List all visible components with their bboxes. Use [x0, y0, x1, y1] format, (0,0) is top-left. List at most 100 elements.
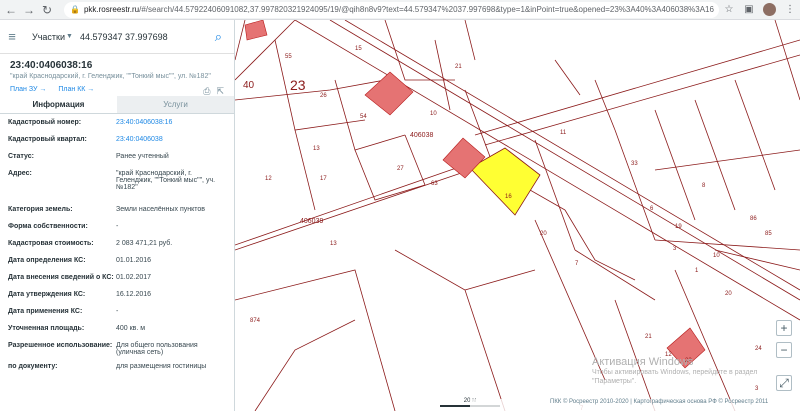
attribute-key: Кадастровая стоимость:	[8, 240, 94, 247]
parcel-number-label: 21	[455, 64, 462, 70]
map-canvas[interactable]: 2340406038406039551521261054131711338271…	[235, 20, 800, 411]
parcel-number-label: 15	[355, 46, 362, 52]
tab-info[interactable]: Информация	[0, 96, 117, 113]
attribute-row: Категория земель: Земли населённых пункто…	[0, 203, 234, 220]
attribute-key: Дата утверждения КС:	[8, 291, 86, 298]
object-address: "край Краснодарский, г. Геленджик, ""Тон…	[10, 73, 211, 80]
parcel-number-label: 10	[713, 253, 720, 259]
hamburger-icon[interactable]: ≡	[0, 29, 24, 44]
parcel-number-label: 54	[360, 114, 367, 120]
parcel-number-label: 33	[631, 161, 638, 167]
watermark-line2: "Параметры".	[592, 378, 637, 385]
attribute-key: Статус:	[8, 153, 34, 160]
url-path: /#/search/44.57922406091082,37.997820321…	[139, 5, 714, 14]
object-number: 23:40:0406038:16	[10, 60, 93, 71]
attribute-row: Адрес: "край Краснодарский, г. Геленджик,…	[0, 167, 234, 203]
windows-activation-watermark: Активация Windows Чтобы активировать Win…	[592, 356, 757, 386]
attribute-value[interactable]: 23:40:0406038	[116, 136, 226, 143]
parcel-number-label: 3	[755, 386, 759, 392]
search-type-select[interactable]: Участки	[32, 32, 66, 42]
tab-services[interactable]: Услуги	[117, 96, 234, 113]
parcel-number-label: 1	[695, 268, 699, 274]
url-host: pkk.rosreestr.ru	[83, 5, 140, 14]
parcel-number-label: 13	[330, 241, 337, 247]
attribute-key: по документу:	[8, 363, 58, 370]
attribute-row: Дата внесения сведений о КС: 01.02.2017	[0, 271, 234, 288]
attribute-key: Форма собственности:	[8, 223, 88, 230]
parcel-number-label: 13	[313, 146, 320, 152]
attribute-value: для размещения гостиницы	[116, 363, 207, 370]
plan-links: План ЗУ → План КК → ⎙ ⇱	[0, 80, 234, 96]
zoom-out-button[interactable]: −	[776, 342, 792, 358]
parcel-number-label: 10	[430, 111, 437, 117]
search-bar: ≡ Участки ▼ ⌕	[0, 20, 234, 54]
parcel-number-label: 12	[265, 176, 272, 182]
back-icon[interactable]: ←	[4, 3, 18, 17]
parcel-number-label: 7	[575, 261, 579, 267]
attribute-key: Дата применения КС:	[8, 308, 83, 315]
parcel-number-label: 20	[540, 231, 547, 237]
attribute-value: -	[116, 308, 119, 315]
attribute-row: Форма собственности: -	[0, 220, 234, 237]
plan-kk-link[interactable]: План КК →	[58, 86, 94, 96]
address-bar[interactable]: 🔒 pkk.rosreestr.ru /#/search/44.57922406…	[64, 1, 719, 18]
attribute-key: Дата внесения сведений о КС:	[8, 274, 114, 281]
attribute-row: Уточненная площадь: 400 кв. м	[0, 322, 234, 339]
attribute-value: 2 083 471,21 руб.	[116, 240, 173, 247]
attribute-value: Ранее учтенный	[116, 153, 169, 160]
attribute-key: Кадастровый номер:	[8, 119, 82, 126]
menu-icon[interactable]: ⋮	[783, 3, 797, 17]
attribute-row: Дата определения КС: 01.01.2016	[0, 254, 234, 271]
share-icon[interactable]: ⇱	[216, 86, 224, 96]
attribute-row: Статус: Ранее учтенный	[0, 150, 234, 167]
reload-icon[interactable]: ↻	[40, 3, 54, 17]
map-footer: ПКК © Росреестр 2010-2020 | Картографиче…	[470, 399, 800, 411]
parcel-number-label: 63	[431, 181, 438, 187]
parcel-number-label: 19	[675, 224, 682, 230]
parcel-number-label: 8	[702, 183, 706, 189]
quarter-label: 406038	[410, 132, 433, 139]
forward-icon[interactable]: →	[22, 3, 36, 17]
search-input[interactable]	[80, 31, 198, 42]
print-icon[interactable]: ⎙	[203, 86, 210, 96]
attribute-value: -	[116, 223, 119, 230]
zoom-in-button[interactable]: +	[776, 320, 792, 336]
district-label-2: 40	[243, 80, 255, 91]
info-panel: ≡ Участки ▼ ⌕ 23:40:0406038:16 "край Кра…	[0, 20, 235, 411]
attribute-row: Разрешенное использование: Для общего пол…	[0, 339, 234, 360]
parcel-number-label: 6	[650, 206, 654, 212]
attribute-value: 16.12.2016	[116, 291, 152, 298]
expand-icon[interactable]: ⤢	[776, 375, 792, 391]
star-icon[interactable]: ☆	[722, 3, 736, 17]
chevron-down-icon[interactable]: ▼	[66, 33, 76, 40]
parcel-number-label: 21	[645, 334, 652, 340]
buildings	[244, 20, 706, 369]
lock-icon: 🔒	[70, 5, 80, 14]
search-icon[interactable]: ⌕	[215, 29, 222, 45]
quarter-label-2: 406039	[300, 218, 323, 225]
attribute-key: Уточненная площадь:	[8, 325, 85, 332]
copyright-text: ПКК © Росреестр 2010-2020 | Картографиче…	[550, 399, 769, 405]
parcel-number-label: 20	[725, 291, 732, 297]
plan-zu-link[interactable]: План ЗУ →	[10, 86, 46, 96]
attribute-value: Земли населённых пунктов	[116, 206, 206, 213]
attribute-value: 01.01.2016	[116, 257, 152, 264]
cadastral-map[interactable]: 23 40 406038 406039 55 15 21 26 10 54 13 17 11 33 8 27 1…	[235, 20, 800, 411]
extension-icon[interactable]: ▣	[742, 3, 756, 17]
attribute-key: Разрешенное использование:	[8, 342, 113, 349]
avatar[interactable]	[763, 3, 776, 16]
attribute-row: Дата применения КС: -	[0, 305, 234, 322]
attribute-row: Кадастровый номер: 23:40:0406038:16	[0, 116, 234, 133]
attribute-row: Кадастровая стоимость: 2 083 471,21 руб.	[0, 237, 234, 254]
attribute-key: Кадастровый квартал:	[8, 136, 87, 143]
attribute-value: Для общего пользования (уличная сеть)	[116, 342, 198, 356]
attribute-value[interactable]: 23:40:0406038:16	[116, 119, 226, 126]
attribute-key: Категория земель:	[8, 206, 73, 213]
attribute-row: Дата утверждения КС: 16.12.2016	[0, 288, 234, 305]
attributes-list: Кадастровый номер: 23:40:0406038:16 Кадаст…	[0, 114, 234, 377]
parcel-number-label: 55	[285, 54, 292, 60]
district-label: 23	[290, 77, 306, 93]
parcel-number-label: 24	[755, 346, 762, 352]
info-tabs: Информация Услуги	[0, 96, 234, 114]
attribute-key: Дата определения КС:	[8, 257, 86, 264]
